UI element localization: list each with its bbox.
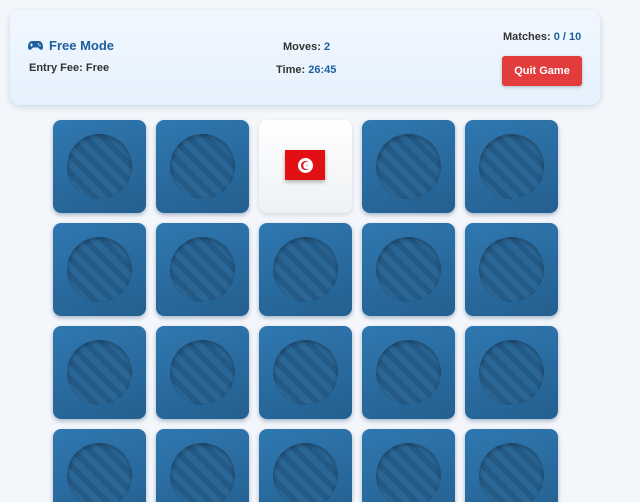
memory-card-face-down[interactable]: [465, 120, 558, 213]
memory-card-face-down[interactable]: [156, 429, 249, 502]
matches-label: Matches:: [503, 31, 551, 43]
memory-card-face-down[interactable]: [362, 326, 455, 419]
card-back-pattern: [479, 443, 544, 502]
memory-card-face-down[interactable]: [259, 326, 352, 419]
entry-fee: Entry Fee: Free: [29, 62, 109, 74]
gamepad-icon: [28, 41, 43, 50]
timer: Time: 26:45: [276, 64, 336, 76]
card-back-pattern: [67, 237, 132, 302]
card-back-pattern: [67, 443, 132, 502]
card-back-pattern: [67, 134, 132, 199]
memory-card-face-down[interactable]: [465, 223, 558, 316]
memory-card-face-down[interactable]: [465, 429, 558, 502]
memory-card-face-down[interactable]: [156, 326, 249, 419]
card-back-pattern: [479, 340, 544, 405]
card-back-pattern: [273, 237, 338, 302]
memory-card-face-down[interactable]: [465, 326, 558, 419]
memory-card-face-down[interactable]: [259, 223, 352, 316]
card-back-pattern: [170, 443, 235, 502]
memory-card-face-down[interactable]: [53, 120, 146, 213]
card-back-pattern: [67, 340, 132, 405]
memory-game-page: Free Mode Entry Fee: Free Moves: 2 Time:…: [0, 0, 640, 502]
entry-fee-value: Free: [85, 62, 110, 74]
time-label: Time:: [276, 64, 306, 76]
game-mode: Free Mode: [28, 38, 114, 53]
moves-value: 2: [323, 41, 331, 53]
card-back-pattern: [170, 237, 235, 302]
memory-card-face-down[interactable]: [156, 223, 249, 316]
quit-game-button[interactable]: Quit Game: [502, 56, 582, 86]
matches-value: 0 / 10: [553, 31, 582, 43]
card-back-pattern: [170, 134, 235, 199]
memory-card-face-down[interactable]: [259, 429, 352, 502]
card-back-pattern: [273, 340, 338, 405]
card-back-pattern: [376, 237, 441, 302]
card-back-pattern: [376, 134, 441, 199]
card-back-pattern: [479, 237, 544, 302]
matches-counter: Matches: 0 / 10: [503, 31, 581, 43]
card-back-pattern: [376, 443, 441, 502]
moves-counter: Moves: 2: [283, 41, 330, 53]
memory-card-face-down[interactable]: [362, 120, 455, 213]
game-header: Free Mode Entry Fee: Free Moves: 2 Time:…: [10, 10, 600, 105]
tunisia-flag-icon: [285, 150, 325, 180]
card-back-pattern: [273, 443, 338, 502]
game-mode-label: Free Mode: [49, 38, 115, 53]
memory-card-face-down[interactable]: [53, 326, 146, 419]
memory-card-face-down[interactable]: [362, 429, 455, 502]
memory-card-face-down[interactable]: [156, 120, 249, 213]
time-value: 26:45: [308, 64, 337, 76]
card-back-pattern: [170, 340, 235, 405]
moves-label: Moves:: [283, 41, 321, 53]
memory-card-face-down[interactable]: [362, 223, 455, 316]
card-grid: [53, 120, 558, 502]
card-back-pattern: [479, 134, 544, 199]
memory-card-face-up[interactable]: [259, 120, 352, 213]
memory-card-face-down[interactable]: [53, 429, 146, 502]
memory-card-face-down[interactable]: [53, 223, 146, 316]
entry-fee-label: Entry Fee:: [29, 62, 83, 74]
card-back-pattern: [376, 340, 441, 405]
